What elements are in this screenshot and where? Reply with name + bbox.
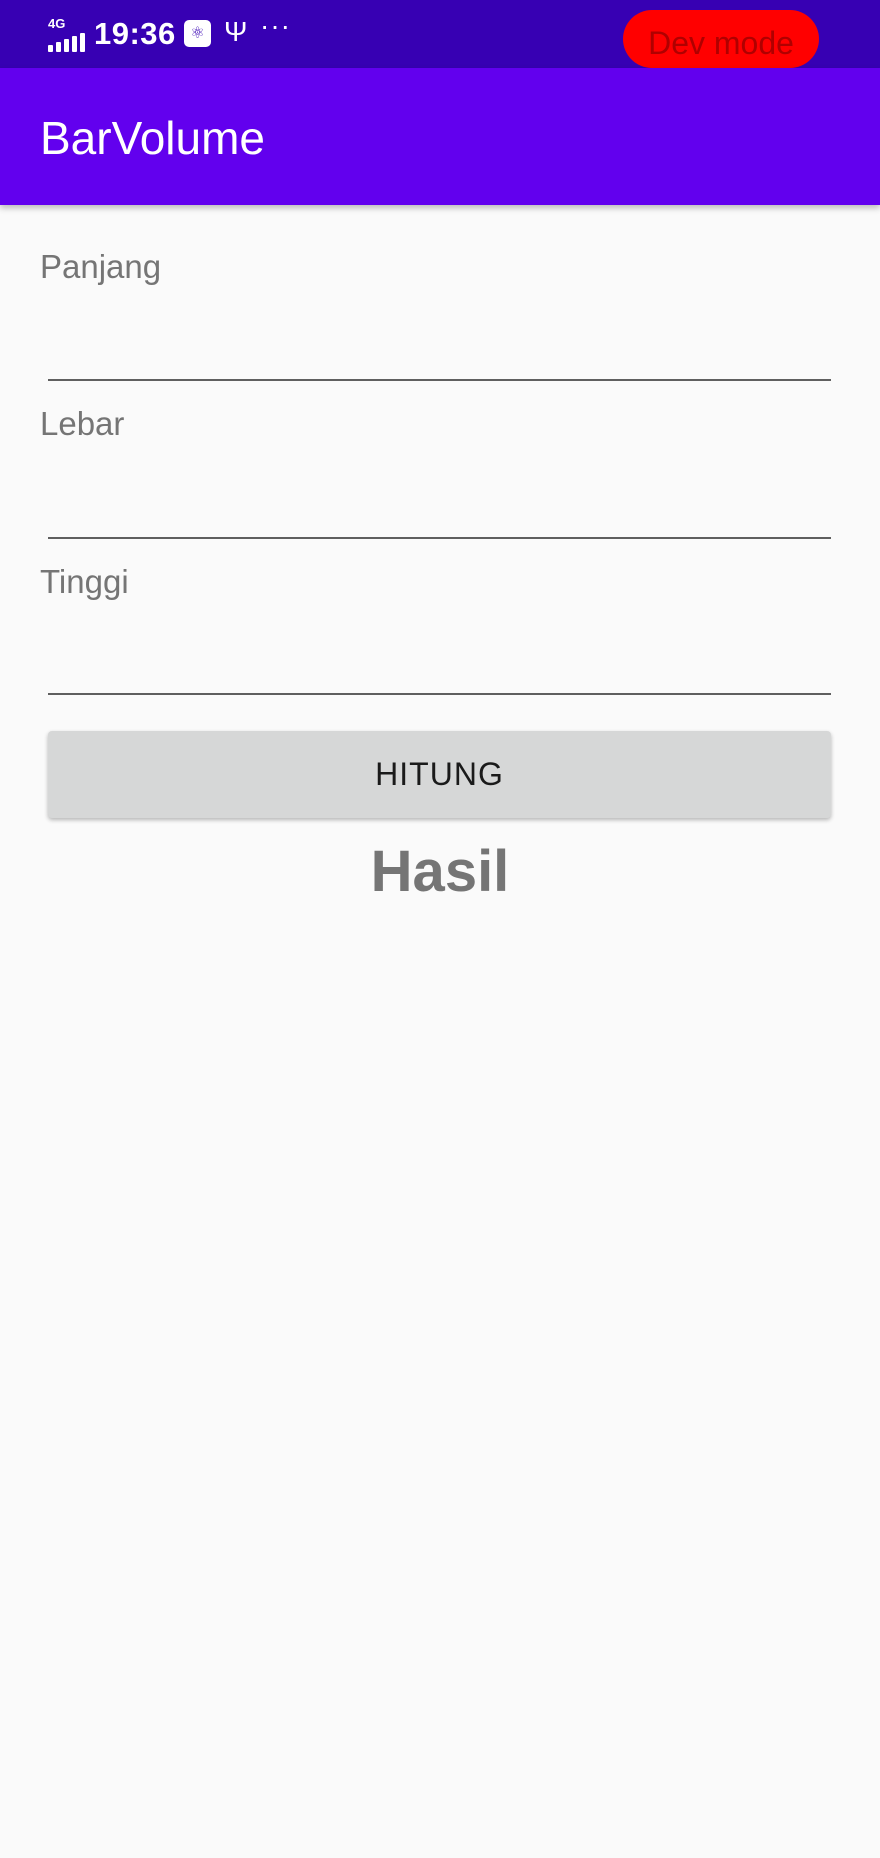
network-type: 4G: [48, 16, 66, 31]
usb-debug-icon: ⚛: [184, 20, 211, 47]
tinggi-input[interactable]: [48, 635, 831, 695]
panjang-label: Panjang: [40, 248, 162, 285]
app-bar: BarVolume: [0, 68, 880, 205]
dev-mode-badge[interactable]: Dev mode: [623, 10, 819, 68]
dev-mode-label: Dev mode: [648, 25, 794, 61]
more-dots-icon: ···: [260, 10, 291, 41]
clock: 19:36: [94, 16, 176, 51]
lebar-label: Lebar: [40, 405, 125, 442]
app-title: BarVolume: [40, 112, 266, 164]
tinggi-label: Tinggi: [40, 563, 129, 600]
signal-icon: [48, 32, 86, 52]
result-text: Hasil: [370, 839, 510, 904]
usb-icon: Ψ: [224, 16, 248, 47]
hitung-button[interactable]: HITUNG: [48, 731, 831, 818]
panjang-input[interactable]: [48, 321, 831, 381]
lebar-input[interactable]: [48, 479, 831, 539]
